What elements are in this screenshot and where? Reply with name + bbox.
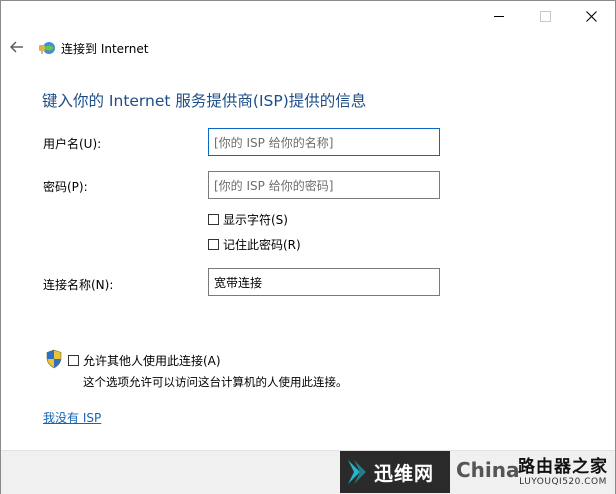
minimize-icon bbox=[494, 15, 504, 17]
maximize-button bbox=[522, 1, 568, 31]
connection-name-input[interactable]: 宽带连接 bbox=[208, 268, 440, 296]
back-arrow-icon bbox=[10, 41, 23, 53]
uac-shield-icon bbox=[46, 349, 62, 369]
watermark-site-en: LUYOUQI520.COM bbox=[519, 477, 607, 487]
password-label: 密码(P): bbox=[43, 180, 88, 194]
allow-others-checkbox[interactable]: 允许其他人使用此连接(A) bbox=[68, 352, 221, 369]
back-button[interactable] bbox=[9, 39, 27, 57]
watermark-arrow-icon bbox=[348, 460, 366, 484]
network-globe-icon bbox=[39, 42, 55, 54]
page-heading: 键入你的 Internet 服务提供商(ISP)提供的信息 bbox=[42, 92, 367, 110]
window-title: 连接到 Internet bbox=[61, 42, 149, 56]
remember-password-label: 记住此密码(R) bbox=[223, 238, 301, 252]
no-isp-link[interactable]: 我没有 ISP bbox=[43, 409, 101, 426]
username-input[interactable]: [你的 ISP 给你的名称] bbox=[208, 128, 440, 156]
remember-password-checkbox[interactable]: 记住此密码(R) bbox=[208, 236, 301, 253]
show-characters-checkbox[interactable]: 显示字符(S) bbox=[208, 211, 288, 228]
connect-to-internet-window: 连接到 Internet 键入你的 Internet 服务提供商(ISP)提供的… bbox=[0, 0, 616, 494]
checkbox-box[interactable] bbox=[208, 239, 219, 250]
show-characters-label: 显示字符(S) bbox=[223, 213, 288, 227]
xunwei-watermark: 迅维网 bbox=[340, 451, 450, 493]
watermark-china-text: China bbox=[456, 458, 520, 482]
username-label: 用户名(U): bbox=[43, 137, 102, 151]
minimize-button[interactable] bbox=[476, 1, 522, 31]
checkbox-box[interactable] bbox=[68, 355, 79, 366]
close-button[interactable] bbox=[568, 1, 614, 31]
connection-name-label: 连接名称(N): bbox=[43, 278, 114, 292]
watermark-brand: 迅维网 bbox=[374, 462, 435, 485]
allow-others-description: 这个选项允许可以访问这台计算机的人使用此连接。 bbox=[83, 375, 348, 389]
allow-others-label: 允许其他人使用此连接(A) bbox=[83, 354, 221, 368]
luyouqi-watermark: 路由器之家 LUYOUQI520.COM bbox=[515, 452, 611, 487]
watermark-site-cn: 路由器之家 bbox=[518, 457, 608, 477]
close-icon bbox=[585, 10, 597, 22]
password-input[interactable]: [你的 ISP 给你的密码] bbox=[208, 171, 440, 199]
maximize-icon bbox=[539, 10, 551, 22]
checkbox-box[interactable] bbox=[208, 214, 219, 225]
